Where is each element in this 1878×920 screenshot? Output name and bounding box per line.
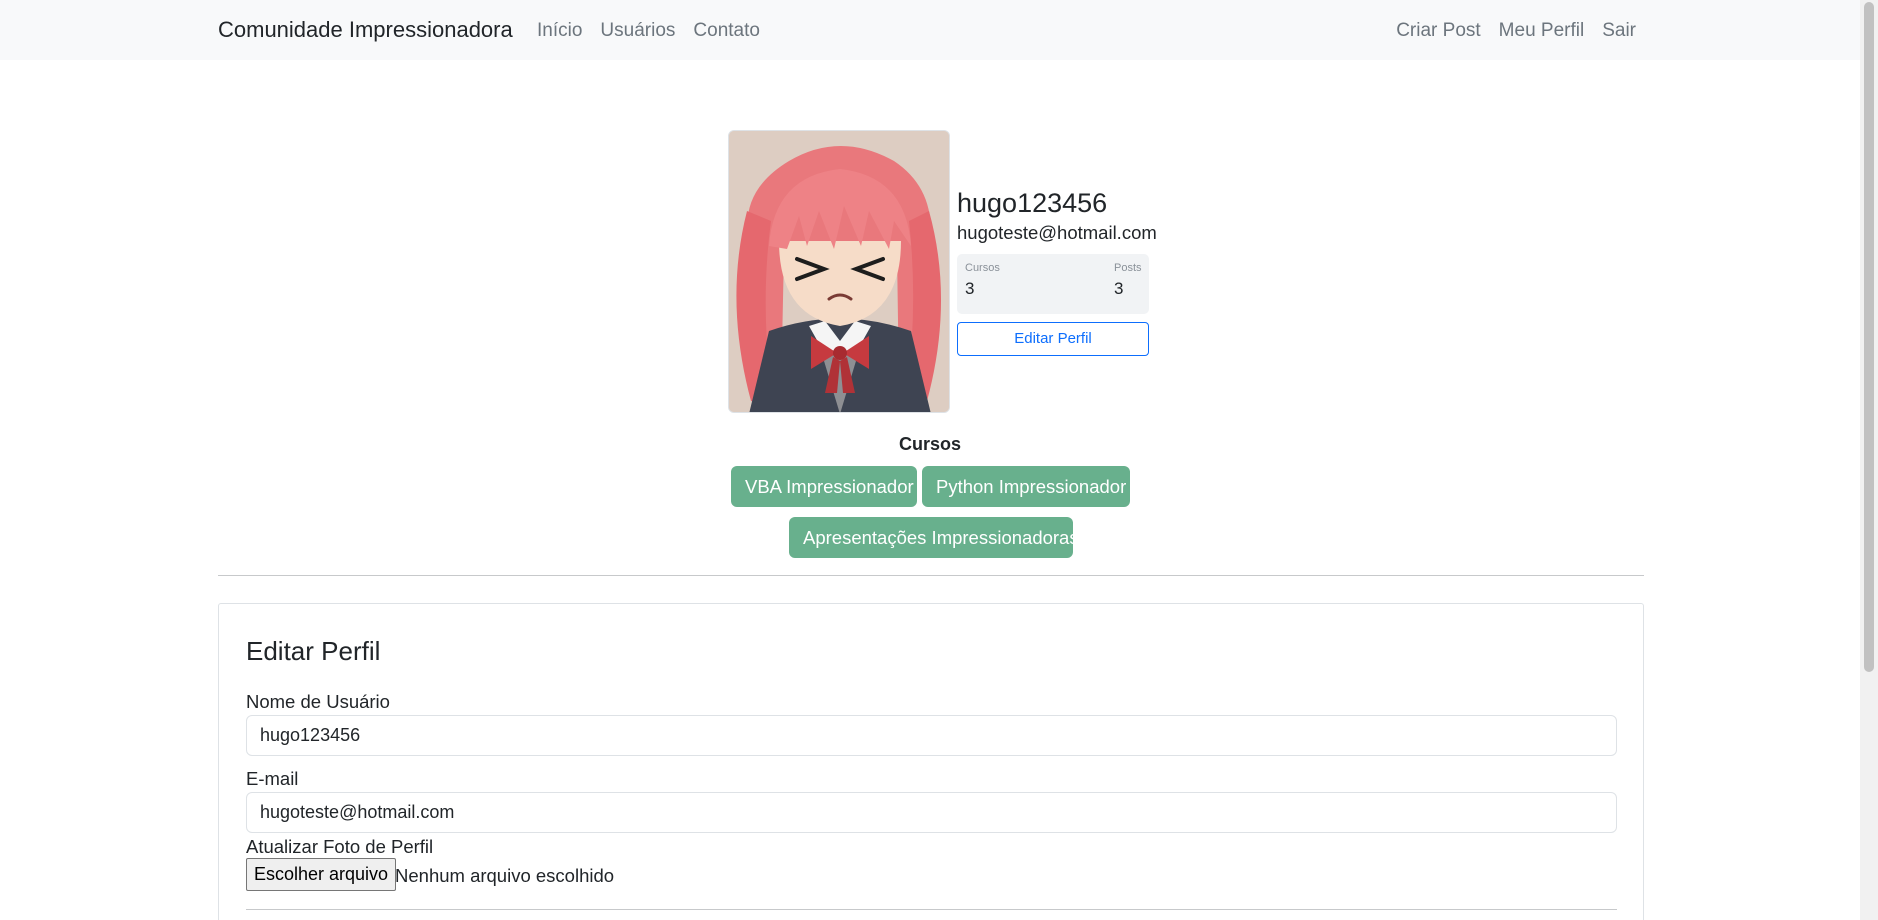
edit-profile-form: Editar Perfil Nome de Usuário E-mail Atu… <box>218 603 1644 920</box>
nav-link-inicio[interactable]: Início <box>537 20 582 42</box>
profile-avatar <box>728 130 950 413</box>
scrollbar-thumb[interactable] <box>1864 2 1874 672</box>
profile-stats: Cursos 3 Posts 3 <box>957 254 1149 314</box>
navbar: Comunidade Impressionadora Início Usuári… <box>0 0 1860 60</box>
nav-link-criar-post[interactable]: Criar Post <box>1396 20 1480 42</box>
form-divider <box>246 909 1617 910</box>
nav-left: Início Usuários Contato <box>537 20 760 42</box>
nav-link-usuarios[interactable]: Usuários <box>600 20 675 42</box>
choose-file-button[interactable]: Escolher arquivo <box>246 858 397 891</box>
nav-link-meu-perfil[interactable]: Meu Perfil <box>1499 20 1585 42</box>
edit-profile-button[interactable]: Editar Perfil <box>957 322 1149 356</box>
username-input[interactable] <box>246 715 1617 756</box>
nav-link-contato[interactable]: Contato <box>693 20 760 42</box>
nav-right: Criar Post Meu Perfil Sair <box>1396 20 1636 42</box>
stat-courses: Cursos 3 <box>965 262 1000 299</box>
avatar-illustration <box>729 131 949 412</box>
form-legend: Editar Perfil <box>246 636 381 666</box>
stat-posts: Posts 3 <box>1114 262 1142 299</box>
brand-link[interactable]: Comunidade Impressionadora <box>218 17 513 43</box>
section-divider <box>218 575 1644 576</box>
stat-posts-value: 3 <box>1114 279 1124 298</box>
username-label: Nome de Usuário <box>246 691 390 712</box>
page-scrollbar[interactable] <box>1860 0 1878 920</box>
stat-courses-value: 3 <box>965 279 975 298</box>
course-badge-apresentacoes[interactable]: Apresentações Impressionadoras <box>789 517 1079 558</box>
profile-username: hugo123456 <box>957 188 1108 218</box>
nav-link-sair[interactable]: Sair <box>1602 20 1636 42</box>
file-status: Nenhum arquivo escolhido <box>395 865 615 886</box>
profile-email: hugoteste@hotmail.com <box>957 222 1157 243</box>
stat-courses-label: Cursos <box>965 262 1000 274</box>
stat-posts-label: Posts <box>1114 262 1142 274</box>
email-input[interactable] <box>246 792 1617 833</box>
course-badge-python[interactable]: Python Impressionador <box>922 466 1130 507</box>
course-badge-vba[interactable]: VBA Impressionador <box>731 466 917 507</box>
courses-title: Cursos <box>898 434 961 454</box>
email-label: E-mail <box>246 768 299 789</box>
photo-label: Atualizar Foto de Perfil <box>246 836 434 857</box>
